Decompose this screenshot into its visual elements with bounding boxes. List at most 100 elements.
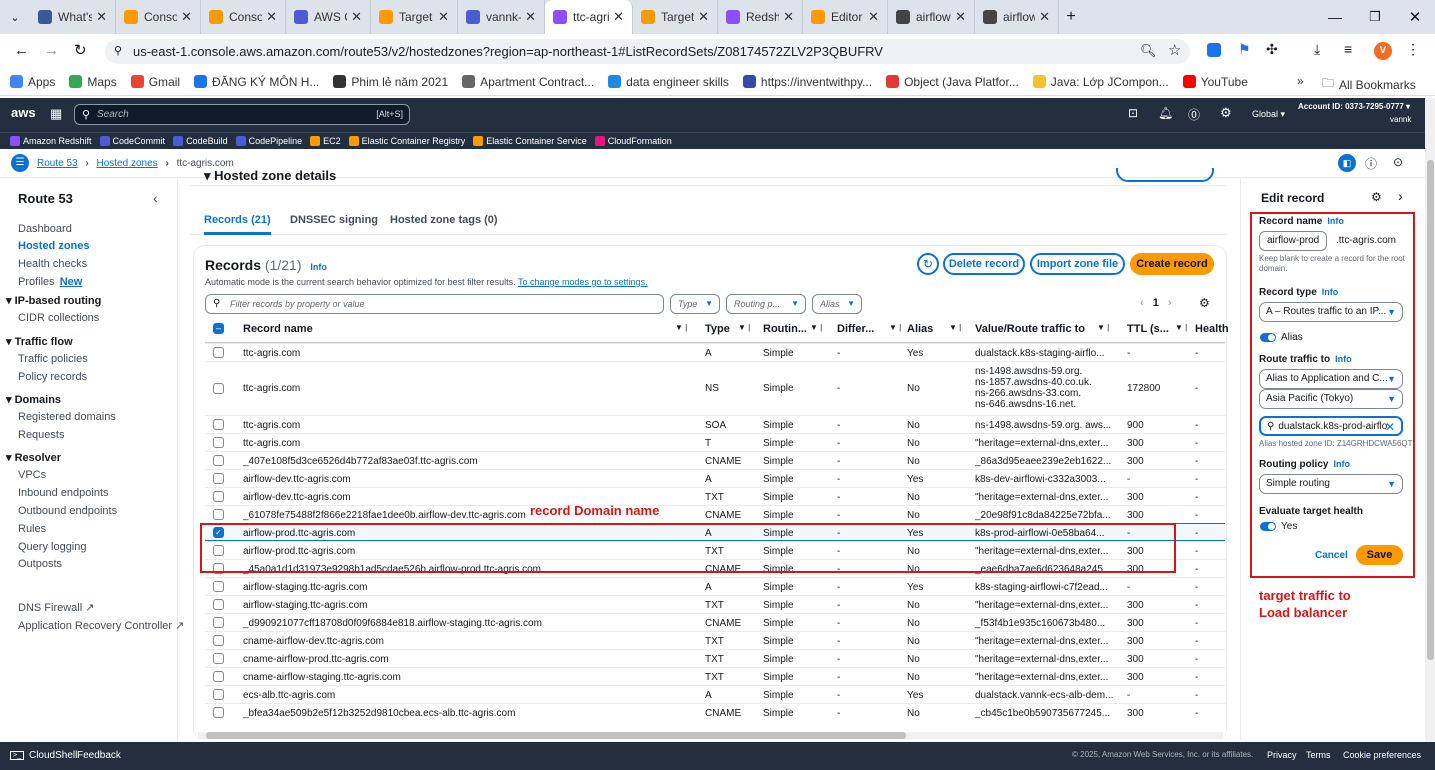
table-row[interactable]: cname-airflow-dev.ttc-agris.com TXT Simple… [205, 631, 1225, 649]
refresh-button[interactable]: ↻ [917, 253, 939, 275]
url-input[interactable]: ⚲ us-east-1.console.aws.amazon.com/route5… [105, 39, 1190, 64]
bookmark-star-icon[interactable]: ☆ [1168, 41, 1181, 59]
more-bookmarks-icon[interactable]: » [1297, 74, 1304, 88]
tab-close-icon[interactable]: ✕ [1035, 9, 1050, 25]
settings-gear-icon[interactable]: ⚙ [1220, 105, 1232, 121]
sidebar-item[interactable]: Application Recovery Controller ↗ [18, 619, 184, 632]
sidebar-item[interactable]: Rules [18, 523, 46, 535]
table-row[interactable]: ttc-agris.com SOA Simple - No ns-1498.awsdns-… [205, 415, 1225, 433]
sidebar-item[interactable]: CIDR collections [18, 312, 99, 324]
filter-records-input[interactable]: ⚲ Filter records by property or value [205, 294, 664, 314]
routing-policy-select[interactable]: Simple routing ▼ [1259, 474, 1403, 494]
favorite-service-link[interactable]: CloudFormation [594, 136, 672, 146]
breadcrumb-hosted-zones[interactable]: Hosted zones [97, 158, 158, 169]
browser-tab[interactable]: Redshift✕ [718, 0, 803, 34]
tab-close-icon[interactable]: ✕ [177, 9, 192, 25]
filter-dropdown[interactable]: Alias ▼ [812, 294, 862, 314]
sidebar-item[interactable]: Requests [18, 429, 64, 441]
tab-close-icon[interactable]: ✕ [694, 9, 709, 25]
bookmark-item[interactable]: Phim lẻ năm 2021 [333, 75, 448, 89]
vertical-scrollbar[interactable] [1425, 98, 1435, 742]
sort-icon[interactable]: ▼ | [1175, 323, 1187, 332]
forward-icon[interactable]: → [44, 42, 59, 59]
sort-icon[interactable]: ▼ | [810, 323, 822, 332]
column-header[interactable]: Value/Route traffic to [975, 323, 1085, 335]
sidebar-item[interactable]: Outposts [18, 558, 62, 570]
column-header[interactable]: Alias [907, 323, 933, 335]
bookmark-item[interactable]: YouTube [1182, 75, 1248, 89]
profile-avatar[interactable]: V [1374, 42, 1392, 60]
close-window-icon[interactable]: ✕ [1395, 8, 1435, 26]
feedback-link[interactable]: Feedback [77, 750, 121, 761]
row-checkbox[interactable] [213, 437, 224, 448]
column-header[interactable]: Record name [243, 323, 313, 335]
reload-icon[interactable]: ↻ [74, 41, 87, 59]
download-icon[interactable]: ⤓ [1314, 41, 1320, 58]
row-checkbox[interactable] [213, 671, 224, 682]
sidebar-item[interactable]: ▾ IP-based routing [6, 294, 101, 307]
sidebar-item[interactable]: VPCs [18, 469, 46, 481]
row-checkbox[interactable] [213, 455, 224, 466]
tab-close-icon[interactable]: ✕ [521, 9, 536, 25]
extension-icon-2[interactable]: ⚑ [1238, 41, 1251, 58]
sidebar-item[interactable]: Outbound endpoints [18, 505, 117, 517]
account-menu[interactable]: Account ID: 0373-7295-0777 ▾ [1298, 102, 1410, 111]
zoom-icon[interactable]: 🔍︎ [1140, 43, 1157, 59]
info-link[interactable]: Info [1322, 287, 1339, 297]
table-row[interactable]: cname-airflow-prod.ttc-agris.com TXT Simpl… [205, 649, 1225, 667]
row-checkbox[interactable] [213, 473, 224, 484]
info-panel-icon[interactable]: ⓘ [1365, 155, 1377, 172]
bookmark-item[interactable]: Apps [10, 75, 55, 89]
extension-icon[interactable] [1207, 43, 1221, 57]
restore-icon[interactable]: ❐ [1355, 9, 1395, 25]
tab-close-icon[interactable]: ✕ [434, 9, 449, 25]
bookmark-item[interactable]: Gmail [130, 75, 180, 89]
load-balancer-search[interactable]: ⚲ dualstack.k8s-prod-airflo ✕ [1259, 416, 1403, 436]
tab-close-icon[interactable]: ✕ [951, 9, 966, 25]
tab-close-icon[interactable]: ✕ [779, 9, 794, 25]
table-row[interactable]: airflow-dev.ttc-agris.com A Simple - Yes k8s-… [205, 469, 1225, 487]
row-checkbox[interactable] [213, 419, 224, 430]
tab-search-button[interactable]: ⌄ [0, 11, 30, 24]
records-tab[interactable]: DNSSEC signing [290, 214, 378, 226]
evaluate-health-toggle[interactable] [1260, 522, 1276, 531]
row-checkbox[interactable] [213, 581, 224, 592]
back-icon[interactable]: ← [14, 42, 29, 59]
sidebar-item[interactable]: ▾ Resolver [6, 451, 61, 464]
favorite-service-link[interactable]: Amazon Redshift [10, 136, 92, 146]
sidebar-item[interactable]: Hosted zones [18, 240, 90, 252]
sort-icon[interactable]: ▼ | [949, 323, 961, 332]
tab-close-icon[interactable]: ✕ [347, 9, 362, 25]
region-selector[interactable]: Global ▾ [1252, 109, 1285, 120]
prev-page-icon[interactable]: ‹ [1140, 297, 1144, 309]
sidebar-item[interactable]: Dashboard [18, 223, 72, 235]
bookmark-item[interactable]: Apartment Contract... [462, 75, 594, 89]
row-checkbox[interactable] [213, 635, 224, 646]
row-checkbox[interactable] [213, 491, 224, 502]
favorite-service-link[interactable]: EC2 [310, 136, 341, 146]
breadcrumb-route53[interactable]: Route 53 [37, 158, 78, 169]
new-tab-button[interactable]: + [1059, 8, 1083, 26]
table-row[interactable]: airflow-staging.ttc-agris.com TXT Simple - N… [205, 595, 1225, 613]
browser-tab[interactable]: Editor | R✕ [803, 0, 888, 34]
row-checkbox[interactable] [213, 653, 224, 664]
table-row[interactable]: cname-airflow-staging.ttc-agris.com TXT Si… [205, 667, 1225, 685]
table-row[interactable]: ttc-agris.com A Simple - Yes dualstack.k8s-st… [205, 343, 1225, 361]
column-header[interactable]: Differ... [837, 323, 874, 335]
minimize-icon[interactable]: — [1315, 9, 1355, 25]
filter-dropdown[interactable]: Type ▼ [670, 294, 720, 314]
table-row[interactable]: ecs-alb.ttc-agris.com A Simple - Yes dualstac… [205, 685, 1225, 703]
bookmark-item[interactable]: ĐĂNG KÝ MÔN H... [194, 75, 319, 89]
record-name-input[interactable]: airflow-prod [1259, 231, 1327, 251]
collapse-sidebar-icon[interactable]: ‹ [153, 190, 158, 206]
tab-close-icon[interactable]: ✕ [864, 9, 879, 25]
close-panel-icon[interactable]: › [1398, 188, 1403, 204]
notifications-panel-icon[interactable]: ⊙ [1393, 155, 1403, 169]
save-button[interactable]: Save [1356, 545, 1403, 565]
select-all-checkbox[interactable]: – [213, 323, 224, 334]
column-header[interactable]: TTL (s... [1127, 323, 1169, 335]
reading-list-icon[interactable]: ≡ [1344, 41, 1352, 57]
sidebar-item[interactable]: Profiles New [18, 276, 82, 288]
browser-tab[interactable]: Console✕ [116, 0, 201, 34]
browser-tab[interactable]: airflow-p✕ [975, 0, 1059, 34]
